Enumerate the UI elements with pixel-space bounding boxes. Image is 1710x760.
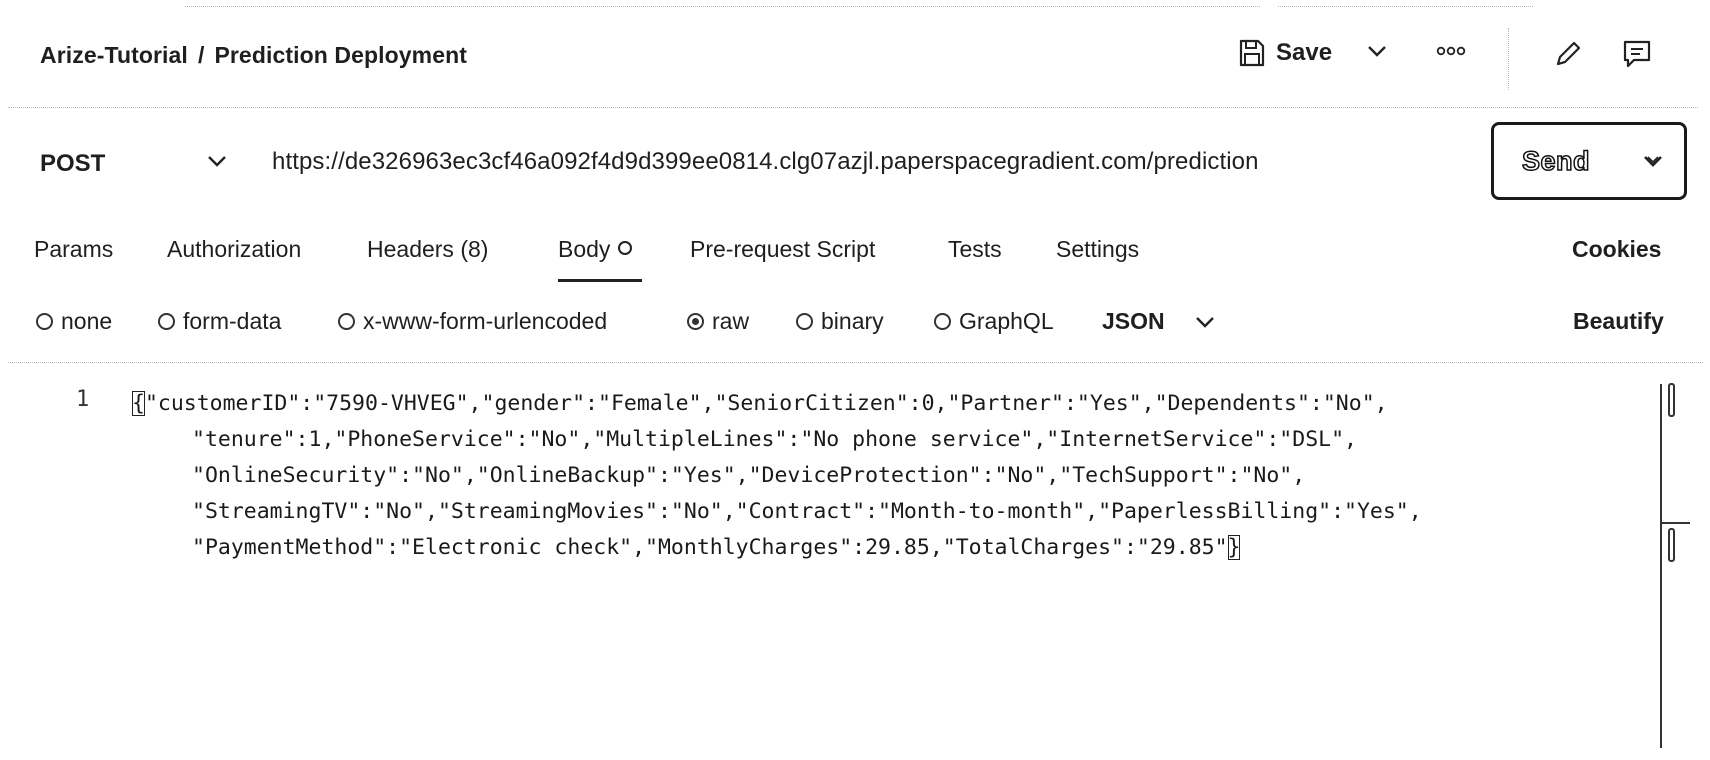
body-type-form-data-label: form-data [183,308,282,334]
modified-dot-icon [618,241,633,255]
send-label: Send [1521,145,1591,177]
body-type-form-data[interactable]: form-data [158,308,281,335]
method-select[interactable]: POST [40,150,105,178]
tab-body-label: Body [558,236,611,262]
url-input[interactable]: https://de326963ec3cf46a092f4d9d399ee081… [272,148,1259,176]
header-divider [8,107,1698,108]
send-button[interactable]: Send [1491,122,1687,200]
tab-pre-request-script[interactable]: Pre-request Script [690,236,875,263]
radio-none[interactable] [36,313,53,330]
radio-graphql[interactable] [934,313,951,330]
save-options-chevron-down-icon[interactable] [1366,40,1388,62]
tab-tests[interactable]: Tests [948,236,1002,263]
save-label: Save [1276,39,1333,66]
radio-form-data[interactable] [158,313,175,330]
body-type-urlencoded[interactable]: x-www-form-urlencoded [338,308,607,335]
breadcrumb: Arize-Tutorial / Prediction Deployment [40,42,467,69]
close-brace: } [1227,535,1241,560]
breadcrumb-collection[interactable]: Arize-Tutorial [40,42,188,68]
scrollbar-marker [1660,522,1690,524]
body-type-binary[interactable]: binary [796,308,884,335]
tab-authorization[interactable]: Authorization [167,236,301,263]
breadcrumb-separator: / [197,42,205,68]
code-line-1: {"customerID":"7590-VHVEG","gender":"Fem… [132,391,1388,416]
method-chevron-down-icon[interactable] [206,150,228,172]
body-type-raw[interactable]: raw [687,308,749,335]
top-border [185,6,1260,7]
tab-settings[interactable]: Settings [1056,236,1139,263]
body-type-raw-label: raw [712,308,750,334]
radio-urlencoded[interactable] [338,313,355,330]
breadcrumb-request-name[interactable]: Prediction Deployment [214,42,467,68]
code-line-5: "PaymentMethod":"Electronic check","Mont… [192,535,1241,560]
body-type-graphql[interactable]: GraphQL [934,308,1054,335]
editor-scrollbar[interactable] [1660,384,1662,748]
scrollbar-thumb-top[interactable] [1668,383,1675,417]
code-line-2: "tenure":1,"PhoneService":"No","Multiple… [192,427,1357,452]
open-brace: { [132,391,145,416]
comment-icon[interactable] [1622,38,1652,70]
tab-params[interactable]: Params [34,236,113,263]
cookies-link[interactable]: Cookies [1572,236,1661,263]
send-options-chevron-down-icon[interactable] [1642,151,1664,173]
top-border-right [1278,6,1533,7]
line-number: 1 [76,387,90,412]
body-type-graphql-label: GraphQL [959,308,1054,334]
save-icon [1238,38,1266,68]
body-type-urlencoded-label: x-www-form-urlencoded [363,308,608,334]
radio-binary[interactable] [796,313,813,330]
beautify-link[interactable]: Beautify [1573,308,1664,335]
body-type-none-label: none [61,308,113,334]
more-options-icon[interactable] [1436,40,1466,62]
code-line-3: "OnlineSecurity":"No","OnlineBackup":"Ye… [192,463,1306,488]
pencil-icon[interactable] [1552,38,1582,70]
code-editor[interactable]: {"customerID":"7590-VHVEG","gender":"Fem… [132,386,1572,566]
header-vertical-divider [1508,28,1509,90]
editor-divider [8,362,1703,363]
scrollbar-thumb[interactable] [1668,528,1675,562]
tab-body[interactable]: Body [558,236,633,263]
save-button[interactable]: Save [1238,38,1332,68]
raw-format-select[interactable]: JSON [1102,308,1165,335]
raw-format-chevron-down-icon[interactable] [1194,311,1216,333]
body-type-none[interactable]: none [36,308,112,335]
active-tab-underline [558,279,642,282]
tab-headers[interactable]: Headers (8) [367,236,488,263]
code-line-4: "StreamingTV":"No","StreamingMovies":"No… [192,499,1422,524]
body-type-binary-label: binary [821,308,884,334]
radio-raw[interactable] [687,313,704,330]
